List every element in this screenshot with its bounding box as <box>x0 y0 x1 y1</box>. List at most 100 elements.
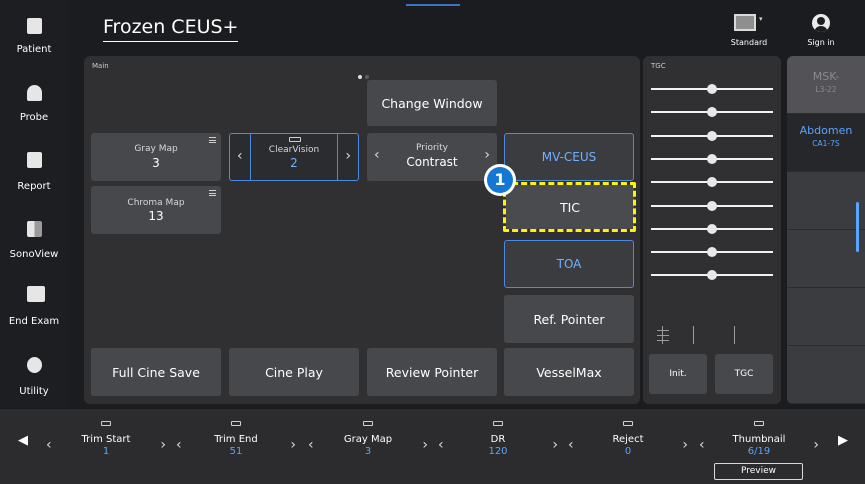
next-page-arrow-icon[interactable]: ▶ <box>838 433 848 448</box>
preview-button[interactable]: Preview <box>714 463 803 480</box>
knob-value: 51 <box>229 446 243 457</box>
clearvision-label: ClearVision <box>268 145 320 155</box>
probe-item[interactable] <box>787 172 865 230</box>
tgc-curve-indicator <box>651 326 751 344</box>
end-exam-icon <box>27 286 45 302</box>
tgc-bar <box>734 326 735 344</box>
gray-map-control[interactable]: Gray Map 3 <box>91 133 221 181</box>
priority-label: Priority <box>415 143 449 153</box>
knob-control[interactable]: ‹ › Gray Map 3 <box>306 409 430 484</box>
knob-label: Trim Start <box>81 434 131 445</box>
toa-button[interactable]: TOA <box>504 240 634 288</box>
sidebar-item-label: Patient <box>16 44 52 55</box>
clearvision-value: 2 <box>290 156 298 170</box>
knob-control[interactable]: ‹ › Trim Start 1 <box>44 409 168 484</box>
sidebar-item-label: Report <box>17 181 51 192</box>
sidebar-item-patient[interactable]: Patient <box>0 10 68 74</box>
tic-button[interactable]: TIC <box>506 185 634 229</box>
tgc-button[interactable]: TGC <box>715 354 773 394</box>
main-panel-label: Main <box>92 62 109 70</box>
knob-icon <box>623 421 633 426</box>
tgc-slider-knob[interactable] <box>707 107 717 118</box>
tgc-tick <box>657 330 669 331</box>
sidebar-item-sonoview[interactable]: SonoView <box>0 216 68 280</box>
chevron-down-icon: ▾ <box>759 15 763 23</box>
sidebar-item-probe[interactable]: Probe <box>0 80 68 144</box>
sidebar-item-label: SonoView <box>9 249 59 260</box>
tgc-panel-label: TGC <box>651 62 666 70</box>
knob-icon <box>493 421 503 426</box>
tgc-slider-knob[interactable] <box>707 270 717 281</box>
sidebar-item-end-exam[interactable]: End Exam <box>0 282 68 346</box>
chroma-map-value: 13 <box>148 209 164 223</box>
sidebar-item-label: Probe <box>19 112 49 123</box>
report-icon <box>27 152 42 168</box>
probe-scrollbar[interactable] <box>856 202 859 252</box>
sidebar-item-label: End Exam <box>8 316 60 327</box>
probe-list: MSK- L3-22 Abdomen CA1-7S <box>787 56 865 404</box>
monitor-icon <box>734 14 756 31</box>
callout-badge: 1 <box>484 164 516 196</box>
probe-item[interactable] <box>787 230 865 288</box>
sign-in-label: Sign in <box>807 38 835 47</box>
tgc-tick <box>657 340 669 341</box>
tgc-slider-knob[interactable] <box>707 177 717 188</box>
knob-icon <box>289 137 301 142</box>
callout-number: 1 <box>487 167 513 193</box>
tgc-slider-knob[interactable] <box>707 130 717 141</box>
chroma-map-control[interactable]: Chroma Map 13 <box>91 186 221 234</box>
knob-icon <box>363 421 373 426</box>
probe-item[interactable] <box>787 288 865 346</box>
cine-play-button[interactable]: Cine Play <box>229 348 359 396</box>
knob-value: 0 <box>624 446 632 457</box>
tgc-slider-knob[interactable] <box>707 247 717 258</box>
prev-page-arrow-icon[interactable]: ◀ <box>18 433 28 448</box>
knob-control[interactable]: ‹ › Reject 0 <box>566 409 690 484</box>
knob-value: 120 <box>488 446 508 457</box>
gray-map-value: 3 <box>152 156 160 170</box>
gray-map-label: Gray Map <box>134 144 178 154</box>
tgc-slider-knob[interactable] <box>707 223 717 234</box>
page-title: Frozen CEUS+ <box>103 16 239 42</box>
vesselmax-button[interactable]: VesselMax <box>504 348 634 396</box>
full-cine-save-button[interactable]: Full Cine Save <box>91 348 221 396</box>
priority-value: Contrast <box>406 155 458 169</box>
review-pointer-button[interactable]: Review Pointer <box>367 348 497 396</box>
user-icon <box>812 14 830 32</box>
sonoview-icon <box>27 221 42 237</box>
standard-button[interactable]: ▾ Standard <box>724 12 774 52</box>
probe-name: Abdomen <box>799 124 853 137</box>
patient-icon <box>27 18 42 34</box>
probe-model: L3-22 <box>815 85 837 94</box>
mv-ceus-button[interactable]: MV-CEUS <box>504 133 634 181</box>
chroma-map-label: Chroma Map <box>127 198 185 208</box>
gear-icon <box>27 357 42 373</box>
change-window-button[interactable]: Change Window <box>367 80 497 126</box>
clearvision-control[interactable]: ‹ › ClearVision 2 <box>229 133 359 181</box>
probe-name: MSK- <box>812 70 840 83</box>
knob-value: 6/19 <box>747 446 771 457</box>
priority-control[interactable]: ‹ › Priority Contrast <box>367 133 497 181</box>
tgc-slider-knob[interactable] <box>707 84 717 94</box>
knob-control[interactable]: ‹ › Trim End 51 <box>174 409 298 484</box>
left-sidebar: Patient Probe Report SonoView End Exam U… <box>0 0 68 408</box>
ref-pointer-button[interactable]: Ref. Pointer <box>504 295 634 343</box>
tgc-slider-knob[interactable] <box>707 200 717 211</box>
probe-item[interactable] <box>787 346 865 404</box>
tgc-tick <box>657 335 669 336</box>
knob-icon <box>101 421 111 426</box>
knob-control[interactable]: ‹ › DR 120 <box>436 409 560 484</box>
knob-label: Gray Map <box>343 434 393 445</box>
page-indicator-bar <box>406 4 460 6</box>
page-dot <box>365 75 369 79</box>
tgc-init-button[interactable]: Init. <box>649 354 707 394</box>
knob-icon <box>231 421 241 426</box>
sidebar-item-label: Utility <box>19 386 49 397</box>
probe-item[interactable]: MSK- L3-22 <box>787 56 865 114</box>
probe-item[interactable]: Abdomen CA1-7S <box>787 114 865 172</box>
sidebar-item-report[interactable]: Report <box>0 148 68 212</box>
menu-icon <box>209 190 216 196</box>
sign-in-button[interactable]: Sign in <box>796 12 846 52</box>
tgc-slider-knob[interactable] <box>707 153 717 164</box>
tgc-bar <box>693 326 694 344</box>
